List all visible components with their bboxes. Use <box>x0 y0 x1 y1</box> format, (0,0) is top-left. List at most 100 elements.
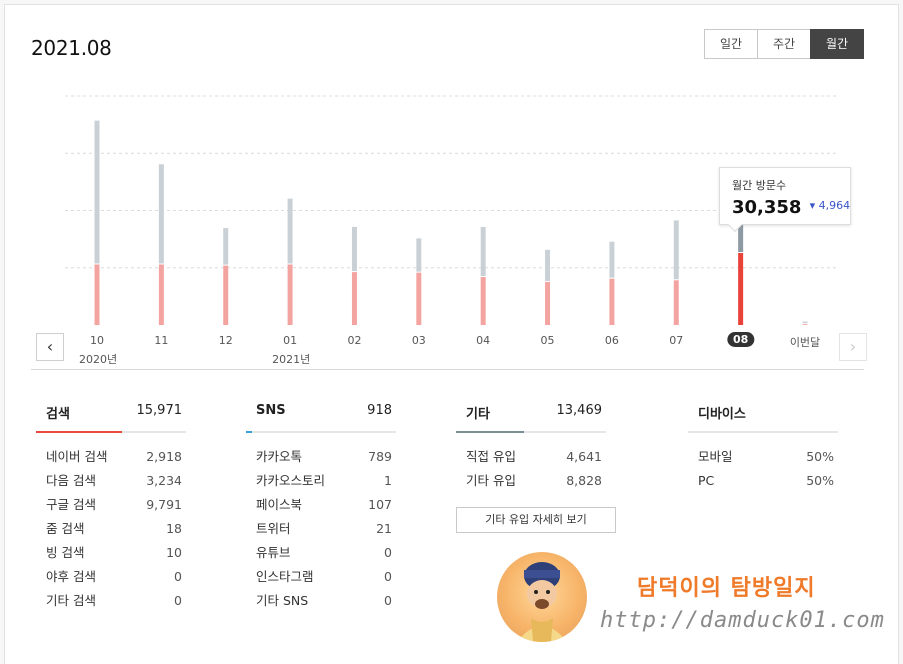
list-item: 다음 검색 3,234 <box>36 469 186 493</box>
bar-lower-07[interactable] <box>673 280 679 325</box>
bar-upper-12[interactable] <box>223 228 229 265</box>
x-tick-label[interactable]: 10 <box>90 334 104 347</box>
bar-lower-05[interactable] <box>545 281 551 325</box>
x-tick-label[interactable]: 06 <box>605 334 619 347</box>
bar-upper-07[interactable] <box>673 220 679 280</box>
column-title: 기타 <box>466 407 490 422</box>
item-value: 8,828 <box>566 473 602 488</box>
list-item: PC 50% <box>688 469 838 493</box>
other-inflow-details-button[interactable]: 기타 유입 자세히 보기 <box>456 507 616 533</box>
list-item: 기타 검색 0 <box>36 589 186 613</box>
avatar <box>497 552 587 642</box>
next-button[interactable]: › <box>839 333 867 361</box>
bar-upper-이번달[interactable] <box>802 321 808 324</box>
bar-upper-06[interactable] <box>609 241 615 278</box>
character-illustration <box>517 562 567 642</box>
watermark-title: 담덕이의 탐방일지 <box>637 575 816 601</box>
item-value: 3,234 <box>146 473 182 488</box>
column-total: 918 <box>367 403 392 418</box>
item-value: 10 <box>166 545 182 560</box>
bar-lower-02[interactable] <box>351 272 357 325</box>
bar-lower-08[interactable] <box>738 253 744 325</box>
bar-upper-01[interactable] <box>287 198 293 264</box>
x-tick-label[interactable]: 03 <box>412 334 426 347</box>
year-label: 2021년 <box>272 353 311 366</box>
item-value: 2,918 <box>146 449 182 464</box>
x-tick-label[interactable]: 05 <box>541 334 555 347</box>
column-total: 13,469 <box>556 403 603 418</box>
item-value: 4,641 <box>566 449 602 464</box>
x-tick-label[interactable]: 이번달 <box>790 334 820 350</box>
bar-lower-이번달[interactable] <box>802 324 808 325</box>
item-value: 1 <box>384 473 392 488</box>
bar-lower-11[interactable] <box>158 264 164 325</box>
item-label: 인스타그램 <box>256 569 314 584</box>
x-tick-label[interactable]: 04 <box>476 334 490 347</box>
list-item: 인스타그램 0 <box>246 565 396 589</box>
item-value: 18 <box>166 521 182 536</box>
column-title: 검색 <box>46 407 70 422</box>
bar-upper-10[interactable] <box>94 120 100 264</box>
bar-lower-04[interactable] <box>480 277 486 325</box>
bar-upper-11[interactable] <box>158 164 164 264</box>
item-label: 트위터 <box>256 521 291 536</box>
column-total: 15,971 <box>136 403 183 418</box>
list-item: 기타 유입 8,828 <box>456 469 606 493</box>
watermark-url: http://damduck01.com <box>600 608 885 633</box>
item-value: 107 <box>368 497 392 512</box>
list-item: 페이스북 107 <box>246 493 396 517</box>
item-value: 9,791 <box>146 497 182 512</box>
column-title: 디바이스 <box>698 407 746 422</box>
year-label: 2020년 <box>79 353 118 366</box>
item-label: 다음 검색 <box>46 473 96 488</box>
list-item: 모바일 50% <box>688 445 838 469</box>
list-item: 빙 검색 10 <box>36 541 186 565</box>
column-share-bar <box>246 431 396 433</box>
bar-lower-03[interactable] <box>416 272 422 325</box>
bar-lower-01[interactable] <box>287 264 293 325</box>
prev-button[interactable]: ‹ <box>36 333 64 361</box>
list-item: 카카오스토리 1 <box>246 469 396 493</box>
tooltip-value: 30,358 <box>732 197 802 218</box>
column-header: SNS 918 <box>246 403 396 431</box>
column-header: 디바이스 <box>688 403 838 431</box>
list-item: 네이버 검색 2,918 <box>36 445 186 469</box>
bar-upper-03[interactable] <box>416 238 422 272</box>
list-item: 직접 유입 4,641 <box>456 445 606 469</box>
item-value: 50% <box>806 449 834 464</box>
item-value: 0 <box>384 593 392 608</box>
item-value: 0 <box>174 593 182 608</box>
item-label: PC <box>698 473 715 488</box>
item-label: 기타 검색 <box>46 593 96 608</box>
item-value: 0 <box>174 569 182 584</box>
x-tick-label[interactable]: 01 <box>283 334 297 347</box>
share-bar-fill <box>456 431 524 433</box>
item-label: 구글 검색 <box>46 497 96 512</box>
stats-column-device: 디바이스 모바일 50% PC 50% <box>688 403 838 493</box>
bar-upper-02[interactable] <box>351 226 357 272</box>
bar-lower-12[interactable] <box>223 265 229 325</box>
x-tick-label[interactable]: 08 <box>726 332 755 347</box>
x-tick-label[interactable]: 11 <box>154 334 168 347</box>
item-label: 네이버 검색 <box>46 449 108 464</box>
item-value: 21 <box>376 521 392 536</box>
chevron-right-icon: › <box>849 337 857 356</box>
triangle-down-icon: ▾ <box>809 199 816 212</box>
visits-bar-chart <box>65 95 838 325</box>
x-tick-label[interactable]: 02 <box>347 334 361 347</box>
x-tick-label[interactable]: 07 <box>669 334 683 347</box>
bar-lower-06[interactable] <box>609 278 615 325</box>
list-item: 트위터 21 <box>246 517 396 541</box>
x-tick-label[interactable]: 12 <box>219 334 233 347</box>
bar-upper-05[interactable] <box>545 249 551 281</box>
list-item: 기타 SNS 0 <box>246 589 396 613</box>
item-value: 789 <box>368 449 392 464</box>
item-label: 직접 유입 <box>466 449 516 464</box>
bar-upper-04[interactable] <box>480 226 486 277</box>
stats-column-other: 기타 13,469 직접 유입 4,641 기타 유입 8,828 기타 유입 자세… <box>456 403 616 533</box>
item-label: 빙 검색 <box>46 545 85 560</box>
list-item: 구글 검색 9,791 <box>36 493 186 517</box>
column-share-bar <box>36 431 186 433</box>
chevron-left-icon: ‹ <box>46 337 54 356</box>
bar-lower-10[interactable] <box>94 264 100 325</box>
